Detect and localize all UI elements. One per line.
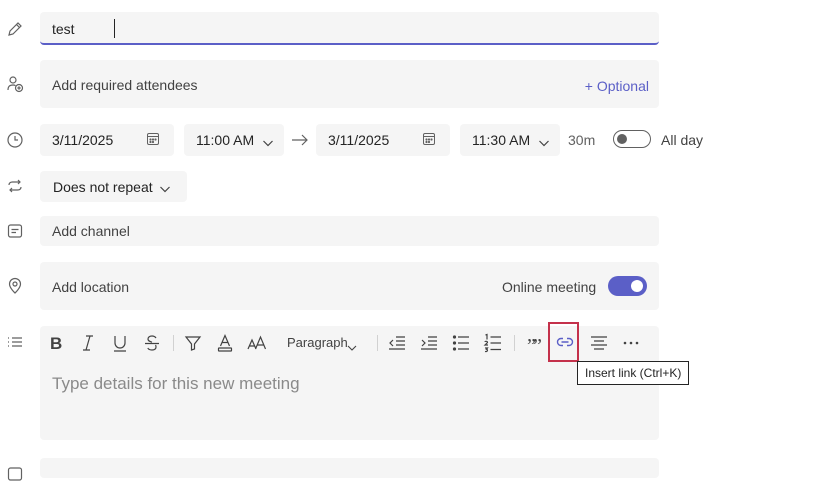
start-time-value: 11:00 AM bbox=[196, 132, 255, 148]
toolbar-separator bbox=[377, 335, 378, 351]
font-size-icon[interactable] bbox=[246, 332, 268, 354]
quote-icon[interactable]: ”” bbox=[523, 332, 545, 354]
toggle-knob bbox=[631, 280, 643, 292]
end-time-value: 11:30 AM bbox=[472, 132, 531, 148]
end-date-value: 3/11/2025 bbox=[328, 132, 390, 148]
location-icon bbox=[6, 277, 24, 295]
calendar-picker-icon bbox=[422, 132, 436, 146]
insert-link-tooltip: Insert link (Ctrl+K) bbox=[577, 361, 689, 385]
toggle-knob bbox=[617, 134, 627, 144]
attendees-field[interactable]: Add required attendees + Optional bbox=[40, 60, 659, 108]
chevron-down-icon bbox=[538, 135, 550, 147]
online-meeting-toggle[interactable] bbox=[608, 276, 647, 296]
underline-icon[interactable] bbox=[109, 332, 131, 354]
next-field[interactable] bbox=[40, 458, 659, 478]
clock-icon bbox=[6, 131, 24, 149]
calendar-picker-icon bbox=[146, 132, 160, 146]
start-date-picker[interactable]: 3/11/2025 bbox=[40, 124, 174, 156]
start-time-picker[interactable]: 11:00 AM bbox=[184, 124, 284, 156]
channel-field[interactable]: Add channel bbox=[40, 216, 659, 246]
insert-link-button[interactable] bbox=[548, 322, 579, 362]
all-day-toggle[interactable] bbox=[613, 130, 651, 148]
bold-icon[interactable]: B bbox=[45, 332, 67, 354]
chevron-down-icon bbox=[347, 339, 357, 351]
title-value: test bbox=[52, 21, 75, 37]
details-list-icon bbox=[6, 333, 24, 351]
attendees-placeholder: Add required attendees bbox=[52, 77, 198, 93]
online-meeting-label: Online meeting bbox=[502, 279, 597, 295]
calendar-icon bbox=[6, 465, 24, 483]
chevron-down-icon bbox=[262, 135, 274, 147]
all-day-label: All day bbox=[661, 132, 704, 148]
repeat-dropdown[interactable]: Does not repeat bbox=[40, 171, 187, 202]
strikethrough-icon[interactable] bbox=[141, 332, 163, 354]
font-color-icon[interactable] bbox=[214, 332, 236, 354]
arrow-right-icon bbox=[291, 132, 309, 148]
details-placeholder: Type details for this new meeting bbox=[52, 374, 300, 393]
more-options-icon[interactable] bbox=[620, 332, 642, 354]
paragraph-style-label: Paragraph bbox=[287, 335, 348, 350]
svg-text:”: ” bbox=[533, 335, 542, 354]
location-placeholder: Add location bbox=[52, 279, 130, 295]
italic-icon[interactable] bbox=[77, 332, 99, 354]
text-cursor bbox=[114, 19, 115, 38]
align-center-icon[interactable] bbox=[588, 332, 610, 354]
toolbar-separator bbox=[514, 335, 515, 351]
toolbar-separator bbox=[173, 335, 174, 351]
channel-placeholder: Add channel bbox=[52, 223, 130, 239]
repeat-icon bbox=[6, 177, 24, 195]
optional-attendees-link[interactable]: + Optional bbox=[585, 77, 649, 95]
decrease-indent-icon[interactable] bbox=[386, 332, 408, 354]
numbered-list-icon[interactable] bbox=[482, 332, 504, 354]
pencil-icon bbox=[6, 20, 24, 38]
paragraph-style-dropdown[interactable]: Paragraph bbox=[283, 333, 365, 353]
start-date-value: 3/11/2025 bbox=[52, 132, 114, 148]
svg-text:B: B bbox=[50, 334, 62, 353]
title-field[interactable]: test bbox=[40, 12, 659, 45]
tooltip-text: Insert link (Ctrl+K) bbox=[585, 366, 682, 380]
add-person-icon bbox=[6, 75, 24, 93]
bulleted-list-icon[interactable] bbox=[450, 332, 472, 354]
repeat-value: Does not repeat bbox=[53, 179, 153, 195]
increase-indent-icon[interactable] bbox=[418, 332, 440, 354]
location-field[interactable]: Add location Online meeting bbox=[40, 262, 659, 310]
highlight-icon[interactable] bbox=[182, 332, 204, 354]
channel-icon bbox=[6, 222, 24, 240]
chevron-down-icon bbox=[159, 181, 171, 193]
end-time-picker[interactable]: 11:30 AM bbox=[460, 124, 560, 156]
duration-label: 30m bbox=[568, 132, 596, 148]
link-icon bbox=[555, 332, 575, 352]
end-date-picker[interactable]: 3/11/2025 bbox=[316, 124, 450, 156]
